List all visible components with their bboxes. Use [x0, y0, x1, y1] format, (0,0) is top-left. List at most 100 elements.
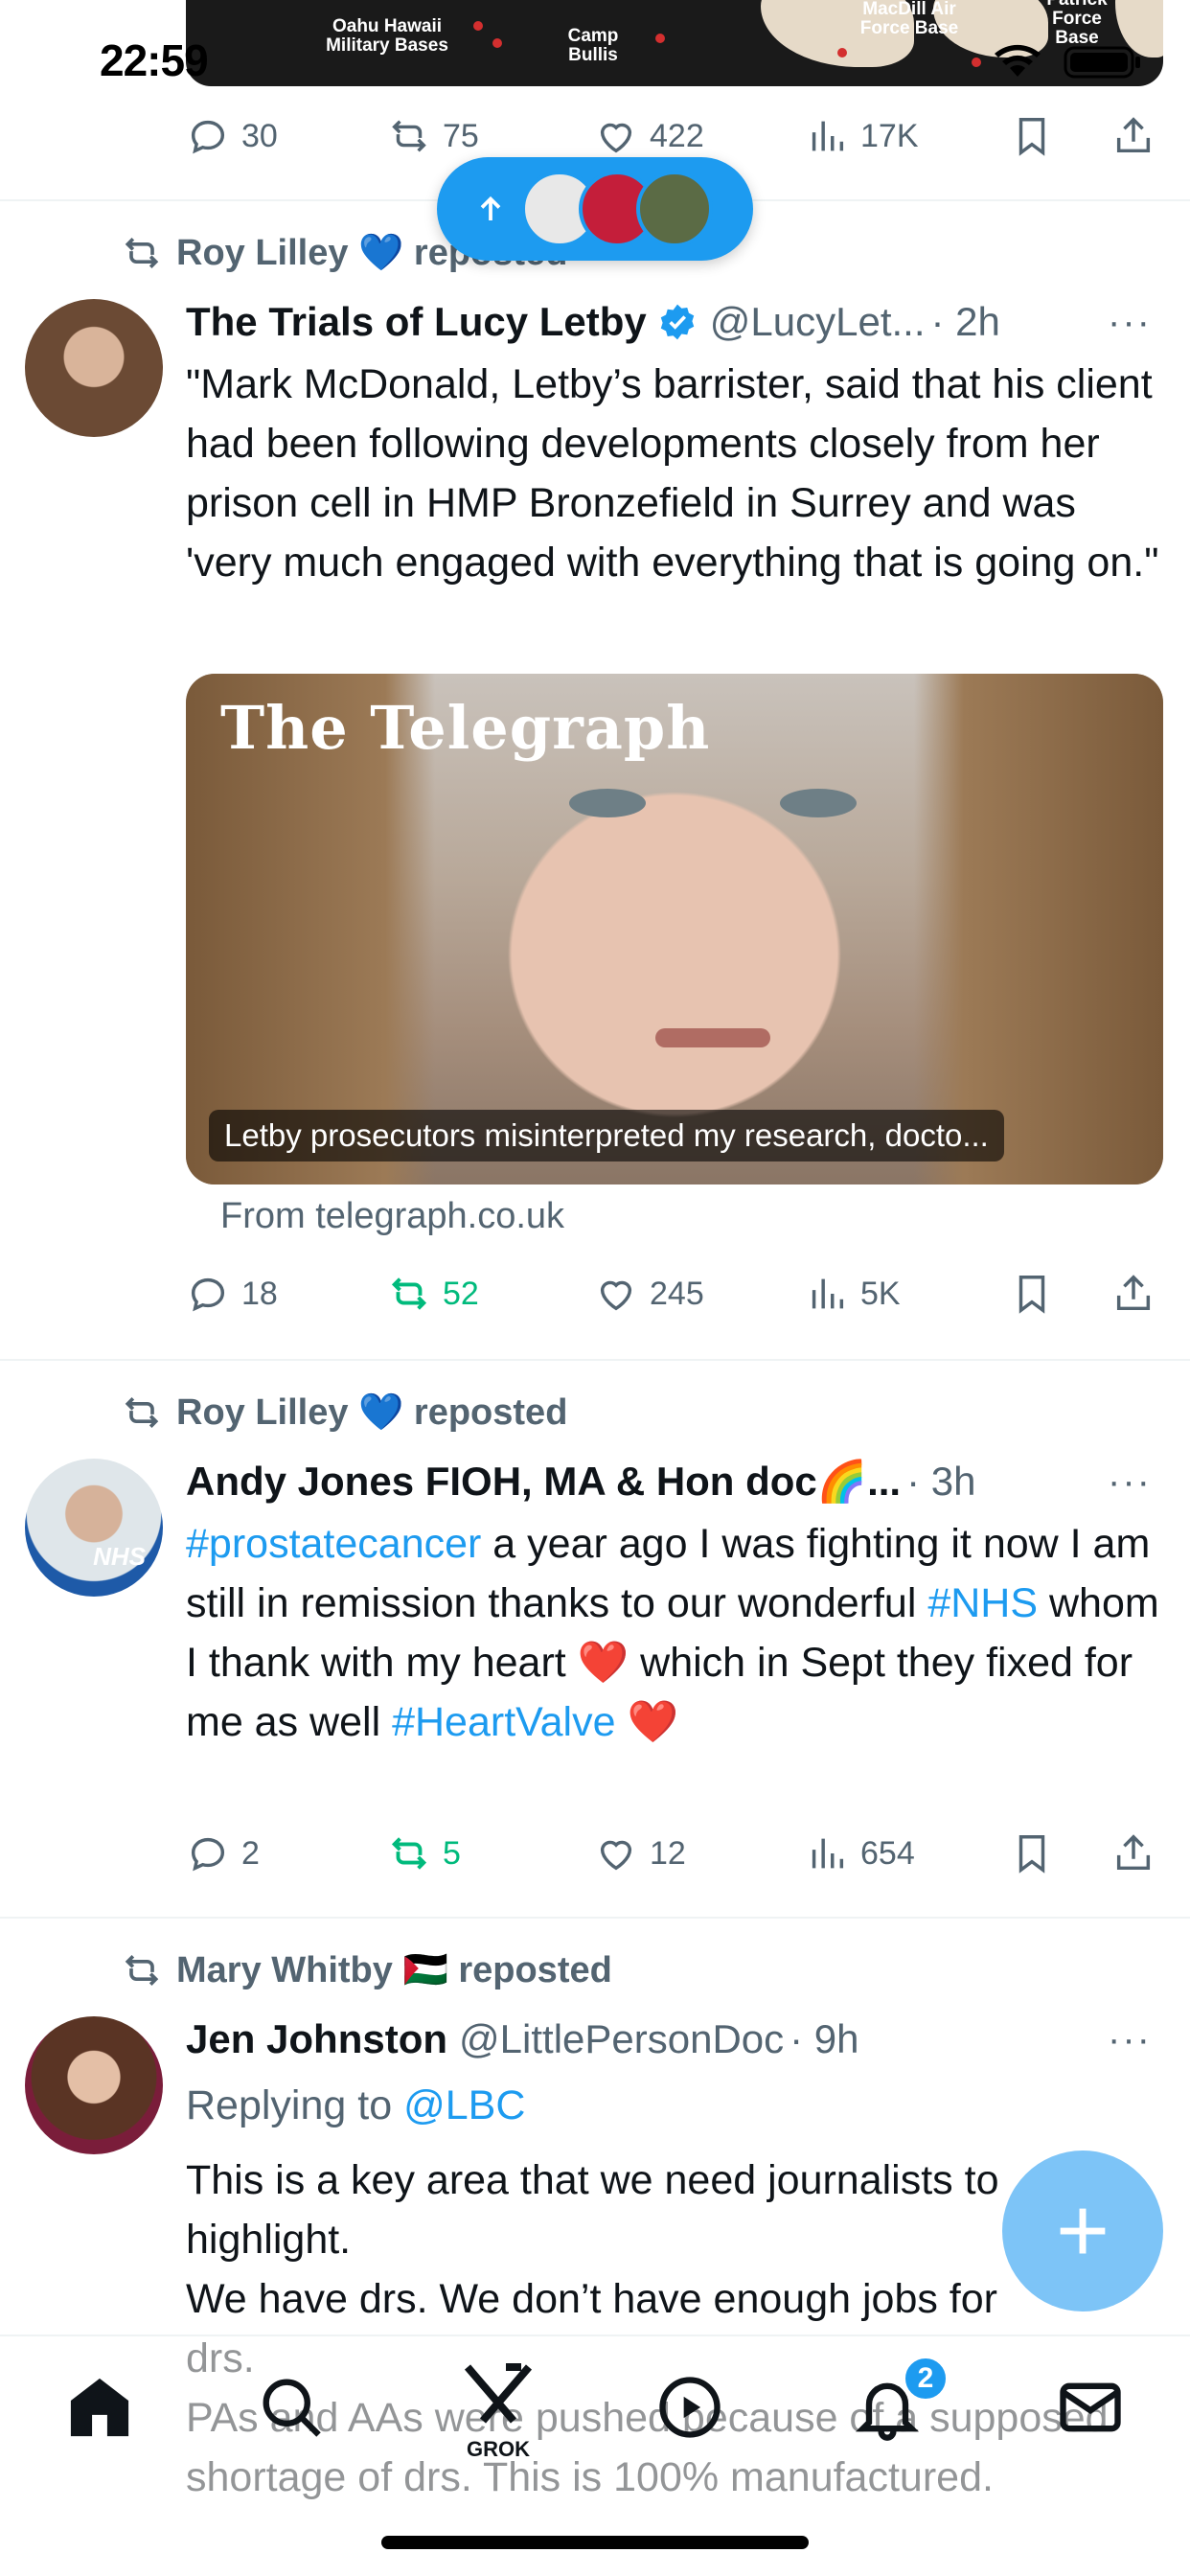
compose-post-button[interactable]: + [1002, 2150, 1163, 2312]
tweet-text[interactable]: "Mark McDonald, Letby’s barrister, said … [186, 355, 1163, 592]
tweet-header: Andy Jones FIOH, MA & Hon doc🌈... · 3h [186, 1455, 1144, 1508]
repost-icon [391, 1837, 427, 1870]
timestamp[interactable]: · 2h [931, 299, 1000, 345]
bookmark-button[interactable] [1010, 1825, 1054, 1882]
previous-tweet-actions: 30 75 422 17K [186, 107, 1163, 165]
map-label: MacDill Air Force Base [859, 0, 959, 38]
views-button[interactable]: 17K [805, 107, 919, 165]
repost-count: 5 [443, 1834, 461, 1872]
bookmark-icon [1018, 118, 1045, 156]
repost-count: 75 [443, 117, 479, 154]
reply-icon [191, 1277, 225, 1312]
share-icon [1116, 1834, 1151, 1871]
replying-to-link[interactable]: @LBC [403, 2082, 525, 2128]
more-options-icon[interactable]: ··· [1108, 301, 1152, 344]
views-icon [812, 121, 844, 151]
reply-button[interactable]: 2 [186, 1825, 260, 1882]
repost-icon [125, 238, 159, 268]
repost-button[interactable]: 5 [387, 1825, 461, 1882]
like-count: 245 [650, 1275, 704, 1312]
reposted-by-label: Roy Lilley 💙 reposted [176, 1392, 568, 1433]
tweet-text-line[interactable]: We have drs. We don’t have enough jobs f… [186, 2269, 1144, 2329]
like-button[interactable]: 245 [594, 1265, 704, 1322]
like-count: 422 [650, 117, 704, 154]
map-label: Patrick Force Base [1046, 0, 1107, 48]
share-button[interactable] [1111, 1265, 1156, 1322]
home-indicator [381, 2536, 809, 2549]
heart-icon [600, 123, 632, 153]
reply-count: 2 [241, 1834, 260, 1872]
reply-button[interactable]: 30 [186, 107, 278, 165]
hashtag-link[interactable]: #HeartValve [392, 1699, 615, 1745]
like-button[interactable]: 12 [594, 1825, 686, 1882]
tweet-text[interactable]: #prostatecancer a year ago I was fightin… [186, 1514, 1163, 1752]
avatar[interactable]: NHS [25, 1459, 163, 1597]
bookmark-button[interactable] [1010, 1265, 1054, 1322]
telegraph-logo: The Telegraph [220, 693, 711, 763]
like-count: 12 [650, 1834, 686, 1872]
repost-count: 52 [443, 1275, 479, 1312]
more-options-icon[interactable]: ··· [1108, 2018, 1152, 2061]
home-icon[interactable] [63, 2371, 136, 2444]
handle[interactable]: @LittlePersonDoc [459, 2016, 784, 2062]
status-icons [989, 42, 1152, 80]
timestamp[interactable]: · 3h [906, 1459, 975, 1505]
timestamp[interactable]: · 9h [790, 2016, 858, 2062]
repost-button[interactable]: 75 [387, 107, 479, 165]
reply-count: 30 [241, 117, 278, 154]
card-source[interactable]: From telegraph.co.uk [220, 1196, 564, 1237]
repost-button[interactable]: 52 [387, 1265, 479, 1322]
link-card-image[interactable]: The Telegraph Letby prosecutors misinter… [186, 674, 1163, 1184]
repost-icon [392, 120, 426, 152]
reply-button[interactable]: 18 [186, 1265, 278, 1322]
hashtag-link[interactable]: #prostatecancer [186, 1521, 481, 1567]
share-button[interactable] [1111, 107, 1156, 165]
repost-icon [125, 1955, 159, 1986]
divider [0, 1917, 1190, 1919]
new-posts-pill[interactable] [437, 157, 753, 261]
tweet-text-line: drs. [186, 2335, 255, 2381]
heart-icon [600, 1840, 632, 1871]
reply-icon [191, 1837, 225, 1872]
tweet-actions: 18 52 245 5K [186, 1265, 1163, 1322]
arrow-up-icon [480, 196, 501, 220]
heart-icon [600, 1280, 632, 1311]
like-button[interactable]: 422 [594, 107, 704, 165]
avatar[interactable] [25, 2016, 163, 2154]
reposted-by-label: Mary Whitby 🇵🇸 reposted [176, 1950, 612, 1990]
share-button[interactable] [1111, 1825, 1156, 1882]
views-button[interactable]: 5K [805, 1265, 901, 1322]
reply-count: 18 [241, 1275, 278, 1312]
views-count: 17K [860, 117, 919, 154]
tweet-text-line: PAs and AAs were pushed because of a sup… [186, 2395, 1109, 2500]
more-options-icon[interactable]: ··· [1108, 1460, 1152, 1504]
avatar-nhs-logo: NHS [93, 1542, 146, 1571]
card-title: Letby prosecutors misinterpreted my rese… [209, 1110, 1004, 1162]
avatar [636, 171, 713, 247]
views-icon [812, 1838, 844, 1869]
views-button[interactable]: 654 [805, 1825, 915, 1882]
repost-icon [125, 1397, 159, 1428]
tweet-text-segment: ❤️ [615, 1699, 679, 1745]
battery-icon [1064, 46, 1140, 79]
hashtag-link[interactable]: #NHS [927, 1580, 1038, 1626]
avatar[interactable] [25, 299, 163, 437]
display-name[interactable]: Andy Jones FIOH, MA & Hon doc🌈... [186, 1459, 901, 1506]
repost-icon [391, 1277, 427, 1310]
tweet-actions: 2 5 12 654 [186, 1825, 1163, 1882]
reply-icon [191, 120, 225, 154]
map-label: Oahu Hawaii Military Bases [326, 16, 448, 56]
status-time: 22:59 [100, 35, 209, 85]
handle[interactable]: @LucyLet... [710, 299, 926, 345]
repost-context[interactable]: Roy Lilley 💙 reposted [121, 1392, 567, 1434]
display-name[interactable]: The Trials of Lucy Letby [186, 299, 647, 345]
bookmark-button[interactable] [1010, 107, 1054, 165]
replying-to: Replying to @LBC [186, 2076, 1163, 2135]
bookmark-icon [1018, 1835, 1045, 1874]
repost-context[interactable]: Mary Whitby 🇵🇸 reposted [121, 1949, 612, 1991]
replying-to-prefix: Replying to [186, 2082, 404, 2128]
views-count: 5K [860, 1275, 901, 1312]
share-icon [1116, 117, 1151, 153]
display-name[interactable]: Jen Johnston [186, 2016, 447, 2062]
divider [0, 1359, 1190, 1361]
